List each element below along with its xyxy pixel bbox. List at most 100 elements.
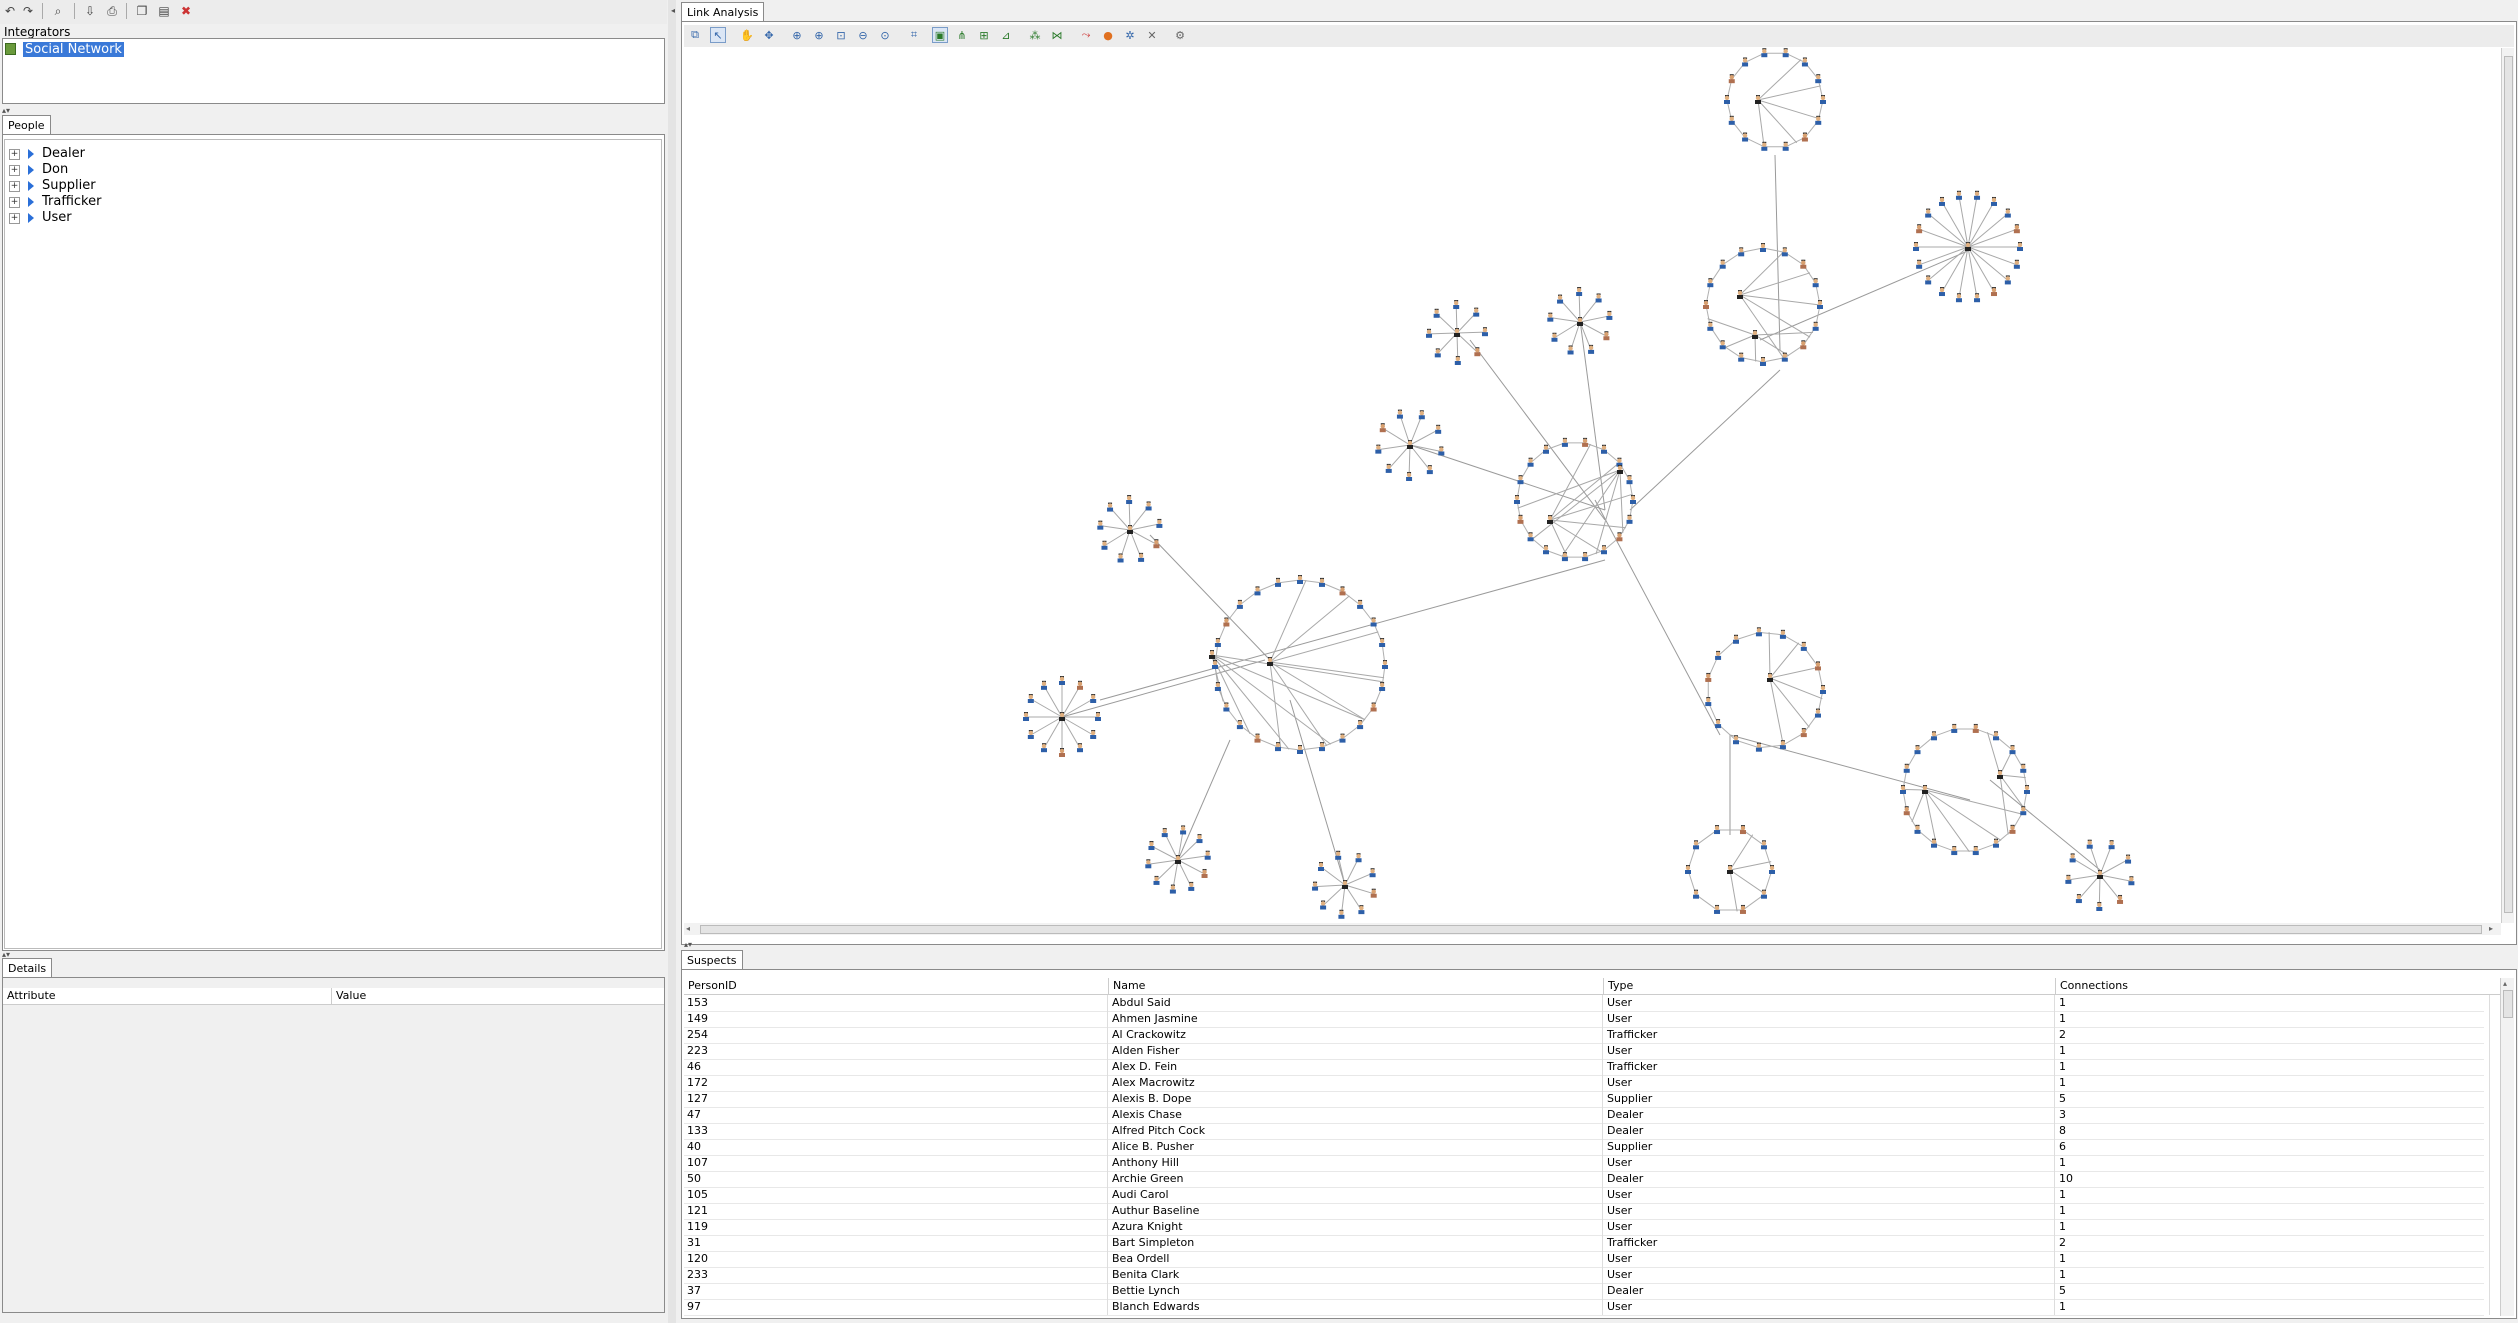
zoom-reset-icon[interactable]: ⊙ [877, 27, 893, 43]
user-node-icon[interactable] [1991, 196, 1997, 206]
user-node-icon[interactable] [1101, 540, 1108, 550]
type-column-header[interactable]: Type [1604, 978, 2056, 994]
suspects-scrollbar-thumb[interactable] [2503, 990, 2513, 1018]
user-node-icon[interactable] [1724, 95, 1730, 104]
user-node-icon[interactable] [1769, 865, 1775, 874]
user-node-icon[interactable] [1153, 875, 1160, 885]
supplier-node-icon[interactable] [2117, 894, 2124, 904]
user-node-icon[interactable] [1453, 300, 1460, 310]
tree-layout-icon[interactable]: ⋔ [954, 27, 970, 43]
user-node-icon[interactable] [1454, 355, 1461, 365]
graph-vertical-scrollbar-thumb[interactable] [2504, 56, 2513, 913]
user-node-icon[interactable] [1925, 275, 1932, 285]
tree-item-user[interactable]: + User [9, 210, 72, 226]
user-node-icon[interactable] [1433, 308, 1440, 318]
supplier-node-icon[interactable] [1201, 868, 1208, 878]
collapse-icon[interactable]: ✕ [1144, 27, 1160, 43]
user-node-icon[interactable] [2020, 806, 2027, 816]
user-node-icon[interactable] [1382, 660, 1388, 669]
user-node-icon[interactable] [1236, 599, 1243, 609]
user-node-icon[interactable] [1339, 733, 1346, 743]
attribute-column-header[interactable]: Attribute [7, 989, 56, 1002]
supplier-node-icon[interactable] [1059, 748, 1065, 757]
table-row[interactable]: 153 Abdul Said User 1 [684, 995, 2490, 1012]
supplier-node-icon[interactable] [1801, 132, 1808, 142]
user-node-icon[interactable] [1161, 828, 1168, 838]
user-node-icon[interactable] [2086, 839, 2093, 849]
import-icon[interactable]: ⇩ [82, 3, 98, 19]
tab-details[interactable]: Details [2, 958, 53, 979]
layout-icon[interactable]: ⌗ [906, 27, 922, 43]
user-node-icon[interactable] [1728, 115, 1735, 125]
user-node-icon[interactable] [1357, 720, 1364, 730]
user-node-icon[interactable] [1169, 884, 1176, 894]
splitter-arrows[interactable]: ▴▾ [2, 106, 10, 115]
table-row[interactable]: 133 Alfred Pitch Cock Dealer 8 [684, 1123, 2490, 1140]
user-node-icon[interactable] [1027, 730, 1034, 739]
table-row[interactable]: 121 Authur Baseline User 1 [684, 1203, 2490, 1220]
splitter-arrow-icon[interactable]: ◂ [671, 6, 675, 15]
user-node-icon[interactable] [1557, 294, 1564, 304]
user-node-icon[interactable] [1800, 641, 1807, 651]
user-node-icon[interactable] [1090, 694, 1097, 703]
zoom-in-icon[interactable]: ⊕ [811, 27, 827, 43]
dealer-node-icon[interactable] [1209, 650, 1215, 659]
integrator-item-social-network[interactable]: Social Network [23, 42, 124, 57]
user-node-icon[interactable] [1588, 344, 1595, 354]
table-row[interactable]: 254 Al Crackowitz Trafficker 2 [684, 1027, 2490, 1044]
tree-item-don[interactable]: + Don [9, 162, 68, 178]
pan-hand-icon[interactable]: ✋ [739, 27, 755, 43]
table-row[interactable]: 233 Benita Clark User 1 [684, 1267, 2490, 1284]
table-row[interactable]: 46 Alex D. Fein Trafficker 1 [684, 1059, 2490, 1076]
expand-icon[interactable]: + [9, 212, 20, 224]
personid-column-header[interactable]: PersonID [684, 978, 1109, 994]
user-node-icon[interactable] [1379, 681, 1386, 691]
vertical-splitter[interactable] [668, 0, 676, 1323]
print-icon[interactable]: ⎙ [104, 3, 120, 19]
expand-icon[interactable]: + [9, 148, 20, 160]
user-node-icon[interactable] [1481, 327, 1488, 337]
scroll-right-icon[interactable]: ▸ [2489, 924, 2493, 933]
user-node-icon[interactable] [1567, 345, 1574, 355]
network-graph[interactable] [684, 48, 2501, 923]
user-node-icon[interactable] [1148, 841, 1155, 851]
user-node-icon[interactable] [1357, 599, 1364, 609]
tab-suspects[interactable]: Suspects [681, 950, 743, 971]
user-node-icon[interactable] [1955, 190, 1962, 200]
user-node-icon[interactable] [1974, 293, 1981, 303]
supplier-node-icon[interactable] [1379, 423, 1386, 433]
supplier-node-icon[interactable] [1254, 733, 1261, 743]
user-node-icon[interactable] [2004, 275, 2011, 285]
cluster-layout-icon[interactable]: ⁂ [1027, 27, 1043, 43]
user-node-icon[interactable] [1626, 514, 1633, 524]
user-node-icon[interactable] [1820, 95, 1826, 104]
user-node-icon[interactable] [1733, 735, 1739, 745]
supplier-node-icon[interactable] [1223, 617, 1230, 627]
user-node-icon[interactable] [1385, 463, 1392, 473]
supplier-node-icon[interactable] [1370, 702, 1377, 712]
user-node-icon[interactable] [1527, 457, 1534, 467]
user-node-icon[interactable] [1576, 287, 1583, 297]
supplier-node-icon[interactable] [1703, 300, 1709, 309]
hierarchy-layout-icon[interactable]: ⊿ [998, 27, 1014, 43]
move-icon[interactable]: ✥ [761, 27, 777, 43]
user-node-icon[interactable] [1297, 575, 1303, 584]
user-node-icon[interactable] [1320, 900, 1327, 910]
zoom-icon[interactable]: ⊕ [789, 27, 805, 43]
table-row[interactable]: 105 Audi Carol User 1 [684, 1187, 2490, 1204]
table-row[interactable]: 119 Azura Knight User 1 [684, 1219, 2490, 1236]
connections-column-header[interactable]: Connections [2056, 978, 2490, 994]
supplier-node-icon[interactable] [2013, 224, 2020, 234]
user-node-icon[interactable] [1719, 259, 1726, 269]
user-node-icon[interactable] [1027, 694, 1034, 703]
user-node-icon[interactable] [1145, 501, 1152, 511]
user-node-icon[interactable] [1090, 730, 1097, 739]
user-node-icon[interactable] [1705, 697, 1712, 707]
value-column-header[interactable]: Value [336, 989, 366, 1002]
user-node-icon[interactable] [1551, 332, 1558, 342]
supplier-node-icon[interactable] [1800, 259, 1807, 269]
graph-horizontal-scrollbar-thumb[interactable] [700, 925, 2482, 934]
undo-icon[interactable]: ↶ [2, 3, 18, 19]
user-node-icon[interactable] [1685, 865, 1691, 874]
redo-icon[interactable]: ↷ [20, 3, 36, 19]
